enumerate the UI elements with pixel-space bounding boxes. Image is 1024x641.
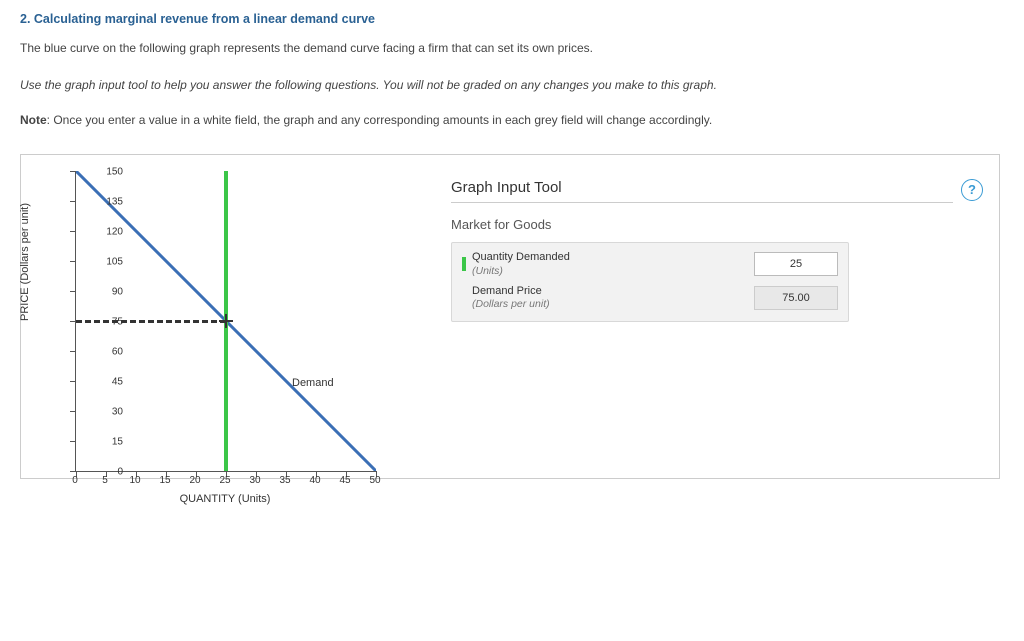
intersection-marker-icon[interactable] bbox=[219, 314, 233, 328]
price-dash-line bbox=[76, 320, 226, 323]
y-tick bbox=[70, 321, 76, 322]
help-icon[interactable]: ? bbox=[961, 179, 983, 201]
y-tick bbox=[70, 231, 76, 232]
quantity-label: Quantity Demanded (Units) bbox=[472, 251, 754, 277]
y-tick-label: 45 bbox=[112, 377, 123, 388]
y-tick bbox=[70, 351, 76, 352]
intro-text: The blue curve on the following graph re… bbox=[20, 40, 1000, 57]
x-tick-label: 25 bbox=[219, 475, 230, 486]
price-output bbox=[754, 286, 838, 310]
note-body: : Once you enter a value in a white fiel… bbox=[47, 113, 713, 127]
note-text: Note: Once you enter a value in a white … bbox=[20, 112, 1000, 129]
x-tick-label: 10 bbox=[129, 475, 140, 486]
x-tick-label: 35 bbox=[279, 475, 290, 486]
x-tick-label: 40 bbox=[309, 475, 320, 486]
y-tick bbox=[70, 411, 76, 412]
y-tick-label: 135 bbox=[106, 197, 123, 208]
question-heading: 2. Calculating marginal revenue from a l… bbox=[20, 12, 1000, 26]
y-tick-label: 15 bbox=[112, 437, 123, 448]
graph-input-tool: Graph Input Tool ? Market for Goods Quan… bbox=[431, 165, 989, 328]
quantity-row: Quantity Demanded (Units) bbox=[460, 247, 840, 281]
y-tick-label: 120 bbox=[106, 227, 123, 238]
x-tick-label: 20 bbox=[189, 475, 200, 486]
x-tick-label: 50 bbox=[369, 475, 380, 486]
price-label: Demand Price (Dollars per unit) bbox=[472, 285, 754, 311]
x-tick-label: 5 bbox=[102, 475, 108, 486]
tool-section-title: Market for Goods bbox=[451, 217, 983, 232]
y-tick bbox=[70, 471, 76, 472]
x-tick-label: 45 bbox=[339, 475, 350, 486]
quantity-label-main: Quantity Demanded bbox=[472, 251, 570, 263]
price-row: Demand Price (Dollars per unit) bbox=[460, 281, 840, 315]
quantity-label-sub: (Units) bbox=[472, 265, 754, 278]
y-tick bbox=[70, 201, 76, 202]
y-tick bbox=[70, 171, 76, 172]
instruction-text: Use the graph input tool to help you ans… bbox=[20, 77, 1000, 94]
x-tick-label: 30 bbox=[249, 475, 260, 486]
y-tick-label: 105 bbox=[106, 257, 123, 268]
quantity-swatch-icon bbox=[462, 257, 466, 271]
y-tick bbox=[70, 291, 76, 292]
y-tick-label: 0 bbox=[117, 467, 123, 478]
price-label-main: Demand Price bbox=[472, 285, 542, 297]
input-form: Quantity Demanded (Units) Demand Price (… bbox=[451, 242, 849, 322]
y-tick-label: 150 bbox=[106, 167, 123, 178]
y-tick-label: 75 bbox=[112, 317, 123, 328]
tool-title: Graph Input Tool bbox=[451, 179, 953, 203]
graph-panel: PRICE (Dollars per unit) Demand QUANTITY… bbox=[20, 154, 1000, 479]
y-tick-label: 60 bbox=[112, 347, 123, 358]
demand-series-label: Demand bbox=[292, 377, 334, 389]
y-tick-label: 90 bbox=[112, 287, 123, 298]
y-tick bbox=[70, 381, 76, 382]
price-label-sub: (Dollars per unit) bbox=[472, 298, 754, 311]
chart[interactable]: PRICE (Dollars per unit) Demand QUANTITY… bbox=[75, 171, 431, 472]
y-axis-title: PRICE (Dollars per unit) bbox=[19, 203, 31, 321]
x-tick-label: 15 bbox=[159, 475, 170, 486]
quantity-input[interactable] bbox=[754, 252, 838, 276]
x-tick-label: 0 bbox=[72, 475, 78, 486]
y-tick-label: 30 bbox=[112, 407, 123, 418]
note-label: Note bbox=[20, 113, 47, 127]
y-tick bbox=[70, 261, 76, 262]
chart-column: PRICE (Dollars per unit) Demand QUANTITY… bbox=[31, 165, 431, 472]
x-axis-title: QUANTITY (Units) bbox=[75, 493, 375, 505]
y-tick bbox=[70, 441, 76, 442]
